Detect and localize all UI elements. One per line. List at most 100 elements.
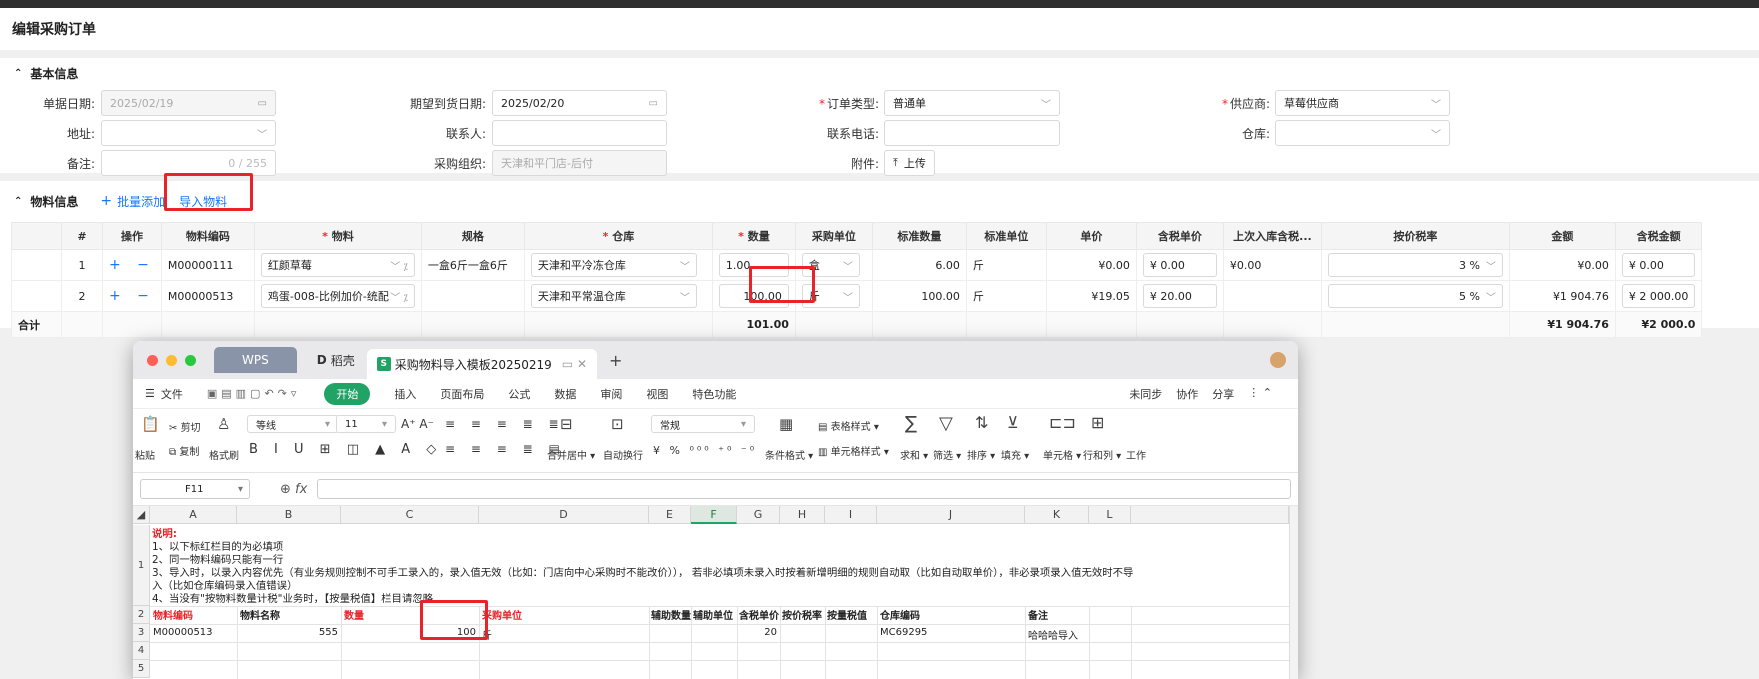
col-header-b[interactable]: B [237, 506, 341, 524]
tab-close-icon[interactable]: ▭ ✕ [562, 357, 587, 371]
tab-spreadsheet[interactable]: S 采购物料导入模板20250219 ▭ ✕ [366, 349, 598, 379]
maximize-window-icon[interactable] [185, 354, 196, 366]
col-header-l[interactable]: L [1089, 506, 1131, 524]
collapse-caret-icon[interactable]: ⌃ [14, 68, 22, 79]
col-header-i[interactable]: I [825, 506, 877, 524]
size-select[interactable]: 11 ▾ [336, 415, 396, 433]
filter-label[interactable]: 筛选 ▾ [933, 447, 961, 462]
col-header-f[interactable]: F [691, 506, 737, 524]
vertical-scrollbar[interactable] [1289, 506, 1298, 679]
header-cell-c[interactable]: 数量 [344, 607, 364, 622]
font-style-buttons[interactable]: B I U ⊞ ◫ ▲ A ◇ [249, 442, 442, 457]
sort-label[interactable]: 排序 ▾ [967, 447, 995, 462]
merge-label[interactable]: 合并居中 ▾ [547, 447, 595, 462]
number-format-select[interactable]: 常规 ▾ [651, 415, 755, 433]
align-buttons-top[interactable]: ≡ ≡ ≡ ≣ ≣ [445, 417, 565, 431]
conditional-format-icon[interactable]: ▦ [779, 415, 793, 433]
col-header-k[interactable]: K [1025, 506, 1089, 524]
share-button[interactable]: 分享 [1212, 386, 1234, 402]
row-header-2[interactable]: 2 [133, 606, 150, 624]
warehouse-select[interactable]: 天津和平冷冻仓库 ﹀ [530, 253, 697, 277]
warehouse-select[interactable]: 天津和平常温仓库 ﹀ [530, 284, 697, 308]
data-cell-g3[interactable]: 20 [737, 627, 777, 638]
cond-format-label[interactable]: 条件格式 ▾ [765, 447, 813, 462]
format-painter-icon[interactable]: ♙ [217, 415, 230, 433]
tax-price-input[interactable]: ¥ 20.00 [1142, 284, 1217, 308]
contact-input[interactable] [492, 120, 667, 146]
phone-input[interactable] [884, 120, 1060, 146]
row-header-5[interactable]: 5 [133, 660, 150, 678]
upload-button[interactable]: ⤒ 上传 [884, 150, 935, 176]
order-type-select[interactable]: 普通单 ﹀ [884, 90, 1060, 116]
supplier-select[interactable]: 草莓供应商 ﹀ [1275, 90, 1450, 116]
row-header-1[interactable]: 1 [133, 525, 150, 606]
menu-start[interactable]: 开始 [324, 382, 371, 405]
close-window-icon[interactable] [147, 354, 158, 366]
sum-label[interactable]: 求和 ▾ [900, 447, 928, 462]
col-header-d[interactable]: D [479, 506, 649, 524]
table-style-button[interactable]: ▤ 表格样式 ▾ [818, 418, 879, 433]
zoom-fx-icon[interactable]: ⊕ fx [280, 482, 307, 497]
material-select[interactable]: 鸡蛋-008-比例加价-统配 ﹀ ⁒ [260, 284, 415, 308]
cell-style-button[interactable]: ▥ 单元格样式 ▾ [818, 443, 889, 458]
fill-icon[interactable]: ⊻ [1007, 413, 1019, 432]
menu-data[interactable]: 数据 [554, 386, 576, 402]
menu-insert[interactable]: 插入 [394, 386, 416, 402]
number-format-buttons[interactable]: ¥ % ⁰⁰⁰ ⁺⁰ ⁻⁰ [653, 444, 757, 457]
menu-features[interactable]: 特色功能 [692, 386, 736, 402]
header-cell-h[interactable]: 按价税率 [782, 607, 822, 622]
menu-review[interactable]: 审阅 [600, 386, 622, 402]
col-header-a[interactable]: A [150, 506, 237, 524]
rowcol-icon[interactable]: ⊞ [1091, 413, 1104, 432]
fill-label[interactable]: 填充 ▾ [1001, 447, 1029, 462]
corner-cell[interactable]: ◢ [133, 506, 150, 524]
tax-rate-select[interactable]: 3 % ﹀ [1327, 253, 1503, 277]
menu-formula[interactable]: 公式 [508, 386, 530, 402]
rowcol-label[interactable]: 行和列 ▾ [1083, 447, 1121, 462]
address-select[interactable]: ﹀ [101, 120, 276, 146]
sum-icon[interactable]: ∑ [905, 413, 917, 434]
menu-layout[interactable]: 页面布局 [440, 386, 484, 402]
row-header-4[interactable]: 4 [133, 642, 150, 660]
formula-input[interactable] [317, 479, 1291, 499]
col-header-e[interactable]: E [649, 506, 691, 524]
row-ops-buttons[interactable]: + − [102, 280, 162, 312]
work-label[interactable]: 工作 [1126, 447, 1146, 462]
cut-button[interactable]: ✂ 剪切 [169, 419, 201, 434]
data-cell-a3[interactable]: M00000513 [153, 627, 213, 638]
copy-button[interactable]: ⧉ 复制 [169, 443, 199, 458]
tax-price-input[interactable]: ¥ 0.00 [1142, 253, 1217, 277]
collab-button[interactable]: 协作 [1176, 386, 1198, 402]
filter-icon[interactable]: ▽ [939, 413, 953, 434]
batch-add-button[interactable]: + 批量添加 [100, 193, 165, 210]
menu-icon[interactable]: ☰ [145, 387, 155, 400]
wrap-icon[interactable]: ⊡ [611, 415, 624, 433]
tab-dk[interactable]: D 稻壳 [305, 352, 367, 369]
new-tab-icon[interactable]: + [609, 351, 622, 370]
data-cell-j3[interactable]: MC69295 [880, 627, 927, 638]
cell-icon[interactable]: ⊏⊐ [1049, 413, 1076, 432]
tab-wps[interactable]: WPS [214, 347, 297, 373]
sort-icon[interactable]: ⇅ [975, 413, 988, 432]
avatar[interactable] [1270, 352, 1286, 368]
cell-label[interactable]: 单元格 ▾ [1043, 447, 1081, 462]
tax-rate-select[interactable]: 5 % ﹀ [1327, 284, 1503, 308]
paste-label[interactable]: 粘贴 [135, 447, 155, 462]
wrap-label[interactable]: 自动换行 [603, 447, 643, 462]
tax-amount-input[interactable]: ¥ 0.00 [1621, 253, 1696, 277]
warehouse-select[interactable]: ﹀ [1275, 120, 1450, 146]
col-header-j[interactable]: J [877, 506, 1025, 524]
col-header-h[interactable]: H [780, 506, 825, 524]
more-icon[interactable]: ⋮ ⌃ [1248, 386, 1272, 402]
basic-info-header[interactable]: ⌃ 基本信息 [0, 58, 1759, 88]
header-cell-j[interactable]: 仓库编码 [880, 607, 920, 622]
paste-icon[interactable]: 📋 [141, 415, 160, 433]
minimize-window-icon[interactable] [166, 354, 177, 366]
col-header-c[interactable]: C [341, 506, 479, 524]
expected-date-field[interactable]: 2025/02/20 ▭ [492, 90, 667, 116]
header-cell-i[interactable]: 按量税值 [827, 607, 867, 622]
header-cell-b[interactable]: 物料名称 [240, 607, 280, 622]
tax-amount-input[interactable]: ¥ 2 000.00 [1621, 284, 1696, 308]
material-select[interactable]: 红颜草莓 ﹀ ⁒ [260, 253, 415, 277]
data-cell-k3[interactable]: 哈哈哈导入 [1028, 627, 1078, 642]
